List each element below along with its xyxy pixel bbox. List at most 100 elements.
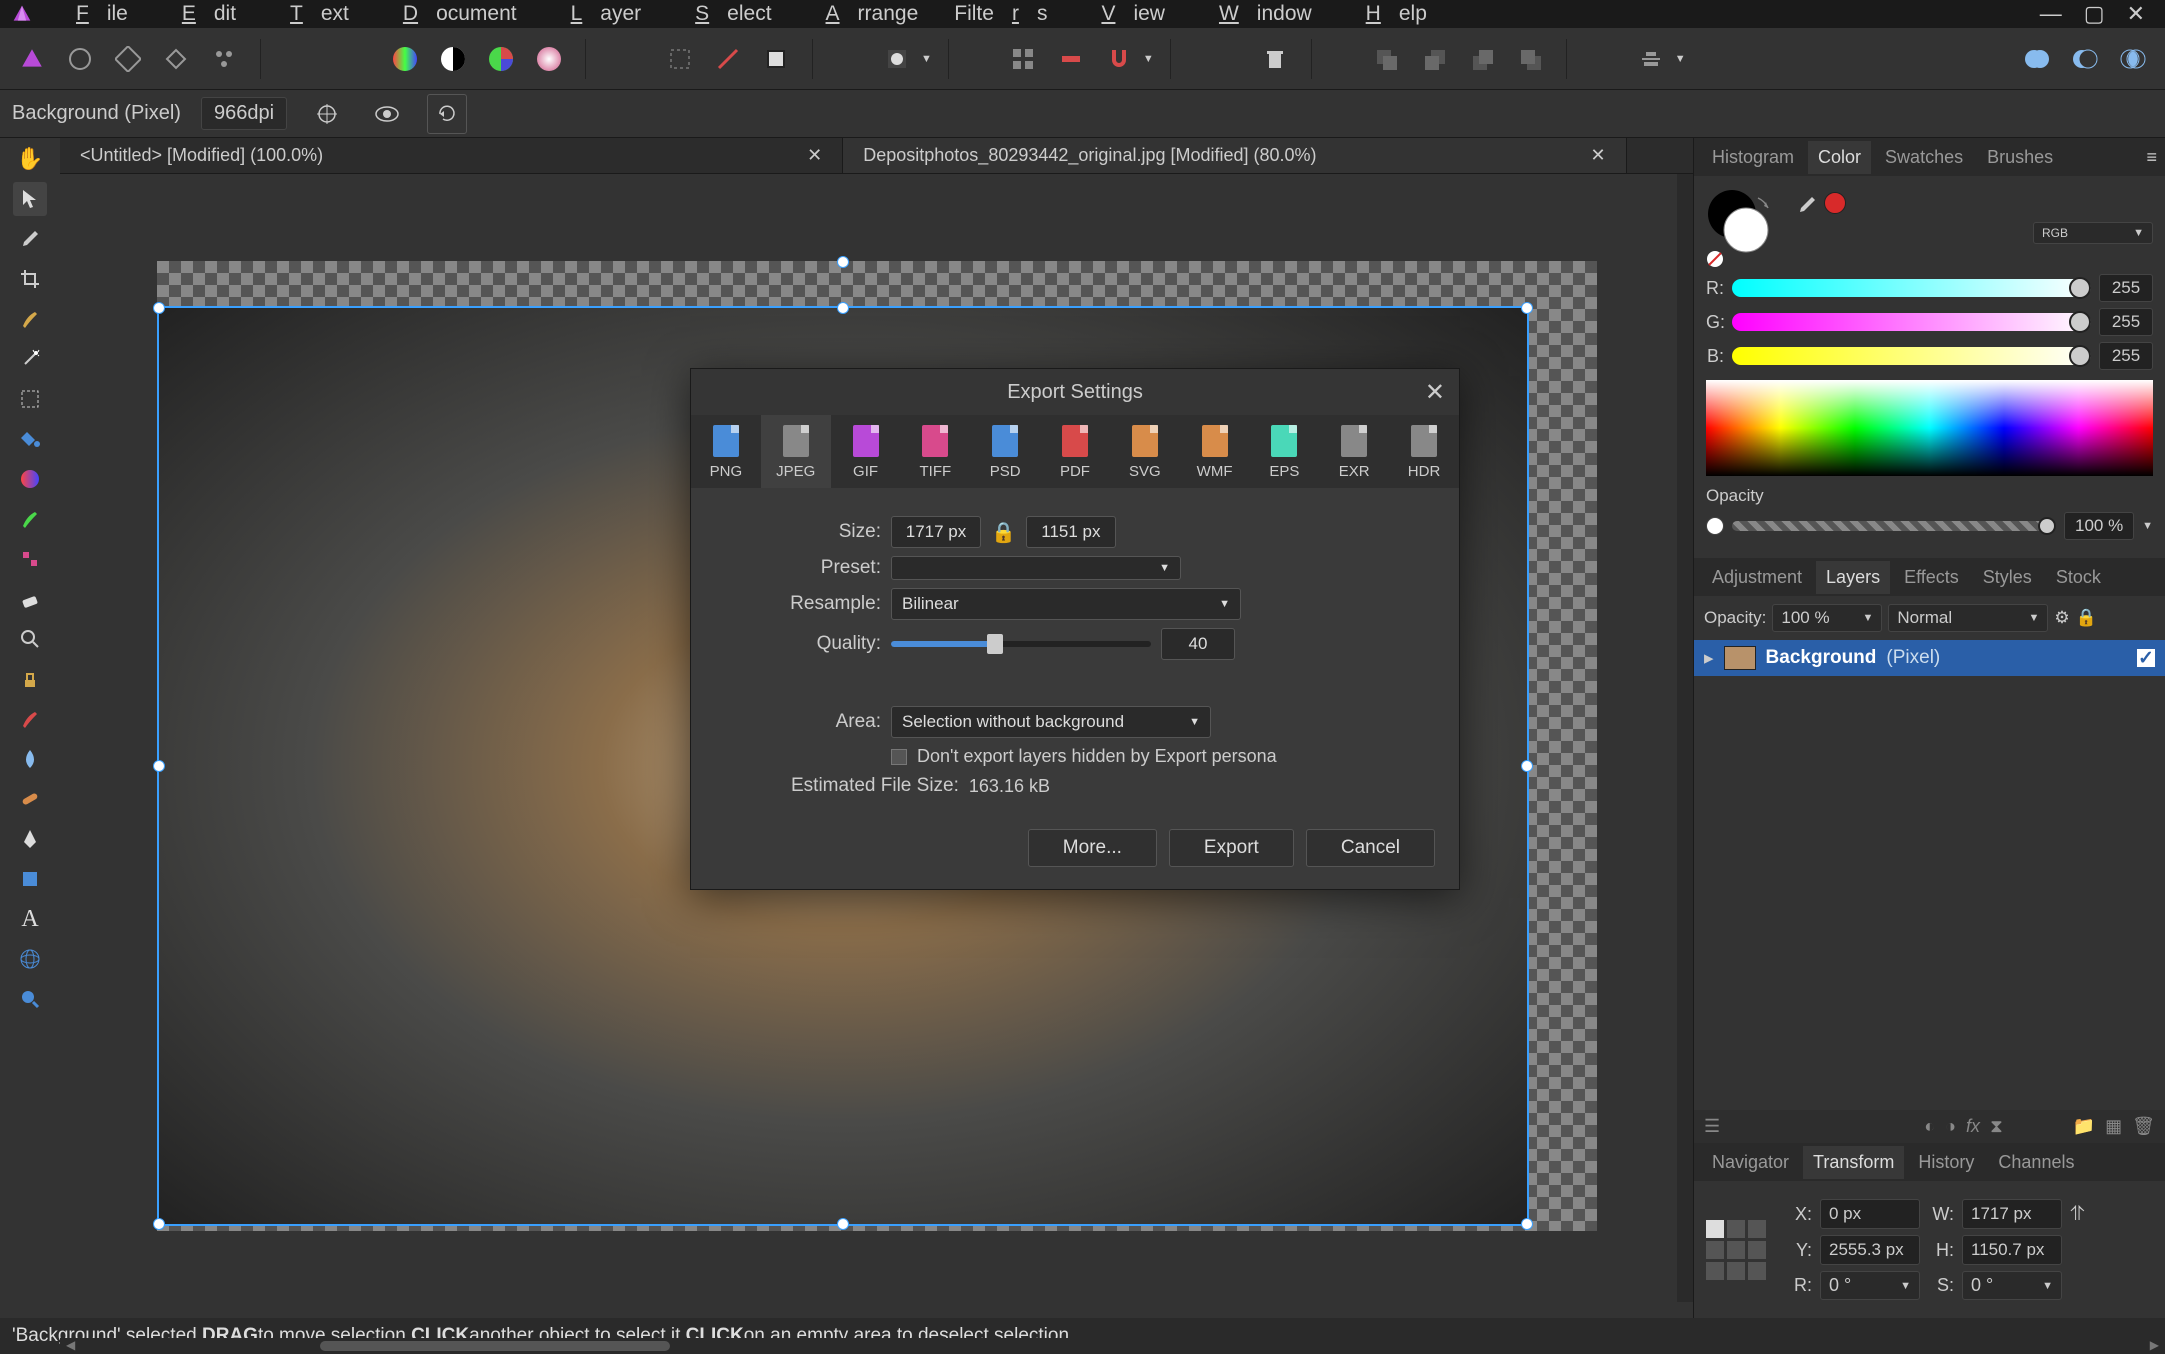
menu-file[interactable]: File (40, 0, 146, 30)
tab-styles[interactable]: Styles (1973, 561, 2042, 594)
dialog-close-icon[interactable]: ✕ (1425, 378, 1445, 407)
color-well[interactable]: RGB▼ (1706, 188, 2153, 268)
tab-color[interactable]: Color (1808, 141, 1871, 174)
arrange-2-icon[interactable] (1414, 39, 1454, 79)
trash-icon[interactable] (1255, 39, 1295, 79)
document-tab-2-close-icon[interactable]: ✕ (1591, 145, 1606, 166)
inpaint-tool-icon[interactable] (13, 702, 47, 736)
quick-mask-dropdown[interactable]: ▼ (921, 53, 932, 65)
marquee-tool-icon[interactable] (13, 382, 47, 416)
context-dpi[interactable]: 966dpi (201, 97, 287, 130)
text-tool-icon[interactable]: A (13, 902, 47, 936)
menu-select[interactable]: Select (659, 0, 789, 30)
selection-handle-w[interactable] (153, 760, 165, 772)
menu-window[interactable]: Window (1183, 0, 1330, 30)
persona-develop-icon[interactable] (108, 39, 148, 79)
boolean-subtract-icon[interactable] (2065, 39, 2105, 79)
lock-aspect-icon[interactable]: ⥣ (2070, 1203, 2085, 1226)
document-tab-2[interactable]: Depositphotos_80293442_original.jpg [Mod… (843, 138, 1626, 173)
pen-tool-icon[interactable] (13, 822, 47, 856)
transform-w-input[interactable] (1962, 1199, 2062, 1229)
quick-mask-icon[interactable] (877, 39, 917, 79)
selection-handle-e[interactable] (1521, 760, 1533, 772)
document-tab-1[interactable]: <Untitled> [Modified] (100.0%) ✕ (60, 138, 843, 173)
size-height-input[interactable] (1026, 516, 1116, 548)
area-select[interactable]: Selection without background▼ (891, 706, 1211, 738)
tab-stock[interactable]: Stock (2046, 561, 2111, 594)
minimize-button[interactable]: — (2040, 1, 2062, 27)
flood-fill-tool-icon[interactable] (13, 422, 47, 456)
arrange-3-icon[interactable] (1462, 39, 1502, 79)
paint-brush-tool-icon[interactable] (13, 502, 47, 536)
format-svg[interactable]: SVG (1110, 415, 1180, 488)
cancel-button[interactable]: Cancel (1306, 829, 1435, 867)
format-hdr[interactable]: HDR (1389, 415, 1459, 488)
layer-settings-icon[interactable]: ⚙ (2054, 608, 2069, 628)
transform-s-input[interactable]: 0 °▼ (1962, 1271, 2062, 1300)
transform-r-input[interactable]: 0 °▼ (1820, 1271, 1920, 1300)
align-icon[interactable] (1631, 39, 1671, 79)
resample-select[interactable]: Bilinear▼ (891, 588, 1241, 620)
zoom-tool-icon[interactable] (13, 622, 47, 656)
format-pdf[interactable]: PDF (1040, 415, 1110, 488)
document-tab-1-close-icon[interactable]: ✕ (807, 145, 822, 166)
transform-y-input[interactable] (1820, 1235, 1920, 1265)
boolean-add-icon[interactable] (2017, 39, 2057, 79)
b-value[interactable]: 255 (2099, 342, 2153, 370)
opacity-dropdown[interactable]: ▼ (2142, 520, 2153, 532)
r-value[interactable]: 255 (2099, 274, 2153, 302)
gradient-tool-icon[interactable] (13, 462, 47, 496)
hand-tool-icon[interactable]: ✋ (13, 142, 47, 176)
format-exr[interactable]: EXR (1319, 415, 1389, 488)
format-tiff[interactable]: TIFF (900, 415, 970, 488)
tab-channels[interactable]: Channels (1988, 1146, 2084, 1179)
layer-lock-icon[interactable]: 🔒 (2076, 608, 2097, 628)
persona-liquify-icon[interactable] (60, 39, 100, 79)
layer-expand-icon[interactable]: ▸ (1704, 647, 1714, 670)
scrollbar-thumb-h[interactable] (320, 1341, 670, 1351)
magic-wand-tool-icon[interactable] (13, 342, 47, 376)
selection-add-icon[interactable] (708, 39, 748, 79)
align-dropdown[interactable]: ▼ (1675, 53, 1686, 65)
mesh-tool-icon[interactable] (13, 942, 47, 976)
hidden-layers-checkbox[interactable] (891, 749, 907, 765)
move-tool-icon[interactable] (13, 182, 47, 216)
maximize-button[interactable]: ▢ (2084, 1, 2105, 27)
menu-filters[interactable]: Filters (936, 0, 1065, 30)
selection-handle-nw[interactable] (153, 302, 165, 314)
menu-view[interactable]: View (1065, 0, 1183, 30)
format-eps[interactable]: EPS (1250, 415, 1320, 488)
menu-layer[interactable]: Layer (535, 0, 660, 30)
b-slider[interactable] (1732, 347, 2091, 365)
arrange-4-icon[interactable] (1510, 39, 1550, 79)
pixel-tool-icon[interactable] (13, 542, 47, 576)
r-slider[interactable] (1732, 279, 2091, 297)
persona-tone-icon[interactable] (156, 39, 196, 79)
layer-opacity-select[interactable]: 100 %▼ (1772, 604, 1882, 632)
ctx-eye-icon[interactable] (367, 94, 407, 134)
color-wheel-4-icon[interactable] (529, 39, 569, 79)
magnet-dropdown[interactable]: ▼ (1143, 53, 1154, 65)
selection-handle-ne[interactable] (1521, 302, 1533, 314)
layer-fx-icon[interactable]: fx (1966, 1116, 1980, 1137)
dialog-titlebar[interactable]: Export Settings ✕ (691, 369, 1459, 415)
crop-tool-icon[interactable] (13, 262, 47, 296)
size-width-input[interactable] (891, 516, 981, 548)
format-png[interactable]: PNG (691, 415, 761, 488)
tab-histogram[interactable]: Histogram (1702, 141, 1804, 174)
persona-photo-icon[interactable] (12, 39, 52, 79)
preset-select[interactable]: ▼ (891, 556, 1181, 580)
g-value[interactable]: 255 (2099, 308, 2153, 336)
canvas-scrollbar-h[interactable]: ◀ ▶ (60, 1338, 2165, 1354)
menu-arrange[interactable]: Arrange (790, 0, 937, 30)
menu-edit[interactable]: Edit (146, 0, 254, 30)
color-wheel-3-icon[interactable] (481, 39, 521, 79)
view-tool-icon[interactable] (13, 982, 47, 1016)
transform-h-input[interactable] (1962, 1235, 2062, 1265)
export-button[interactable]: Export (1169, 829, 1294, 867)
panel-menu-icon[interactable]: ≡ (2146, 147, 2157, 168)
selection-new-icon[interactable] (660, 39, 700, 79)
tab-effects[interactable]: Effects (1894, 561, 1969, 594)
layer-adjust-icon[interactable]: ◑ (1945, 1116, 1956, 1137)
grid-icon[interactable] (1003, 39, 1043, 79)
